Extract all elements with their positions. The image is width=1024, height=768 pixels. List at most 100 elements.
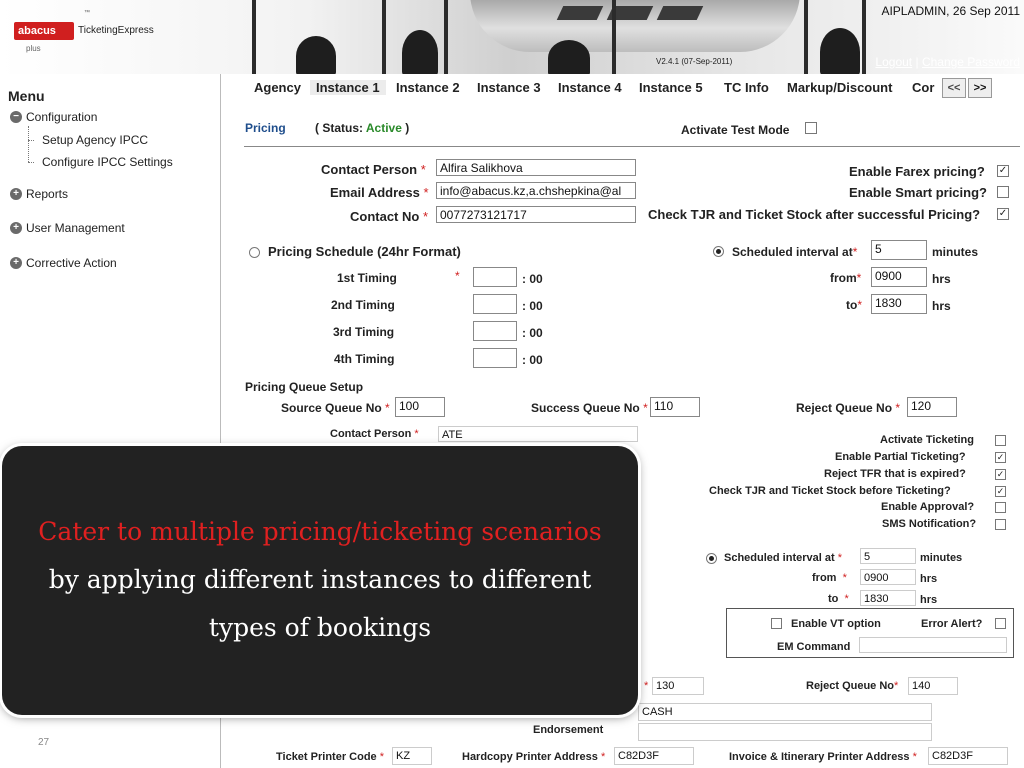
to-time-input[interactable]: 1830 <box>871 294 927 314</box>
email-address-label: Email Address * <box>330 185 429 200</box>
tab-next-button[interactable]: >> <box>968 78 992 98</box>
email-address-input[interactable]: info@abacus.kz,a.chshepkina@al <box>436 182 636 199</box>
enable-vt-checkbox[interactable] <box>771 618 782 629</box>
invoice-printer-label: Invoice & Itinerary Printer Address * <box>729 751 917 763</box>
sms-notification-checkbox[interactable] <box>995 519 1006 530</box>
sidebar-item-label: User Management <box>26 221 125 235</box>
timing-3-suffix: : 00 <box>522 326 543 340</box>
version-label: V2.4.1 (07-Sep-2011) <box>656 57 733 66</box>
invoice-printer-input[interactable]: C82D3F <box>928 747 1008 765</box>
callout-overlay: Cater to multiple pricing/ticketing scen… <box>2 446 638 715</box>
partial-ticketing-label: Enable Partial Ticketing? <box>835 451 966 463</box>
sidebar-item-corrective-action[interactable]: + Corrective Action <box>10 256 117 270</box>
endorsement-input[interactable] <box>638 723 932 741</box>
scheduled-interval-radio[interactable] <box>713 246 724 257</box>
timing-3-input[interactable] <box>473 321 517 341</box>
scheduled-interval-input[interactable]: 5 <box>871 240 927 260</box>
farex-pricing-checkbox[interactable]: ✓ <box>997 165 1009 177</box>
from-time-input[interactable]: 0900 <box>871 267 927 287</box>
status-suffix: ) <box>405 121 410 135</box>
ticketing-reject-queue-input[interactable]: 140 <box>908 677 958 695</box>
pricing-schedule-radio[interactable] <box>249 247 260 258</box>
error-alert-checkbox[interactable] <box>995 618 1006 629</box>
person-silhouette-graphic <box>820 28 860 74</box>
timing-1-required: * <box>455 269 460 283</box>
enable-vt-label: Enable VT option <box>791 618 881 630</box>
tab-instance-2[interactable]: Instance 2 <box>396 80 460 95</box>
sidebar-item-user-management[interactable]: + User Management <box>10 221 125 235</box>
hardcopy-printer-input[interactable]: C82D3F <box>614 747 694 765</box>
logo-brand: abacus <box>14 22 74 40</box>
menu-title: Menu <box>8 88 45 104</box>
logo-product: TicketingExpress <box>78 25 154 36</box>
timing-4-input[interactable] <box>473 348 517 368</box>
ticketing-from-input[interactable]: 0900 <box>860 569 916 585</box>
sidebar-item-reports[interactable]: + Reports <box>10 187 68 201</box>
test-mode-label: Activate Test Mode <box>681 123 790 137</box>
contact-person-input[interactable]: Alfira Salikhova <box>436 159 636 176</box>
contact-no-input[interactable]: 0077273121717 <box>436 206 636 223</box>
ticketing-interval-radio[interactable] <box>706 553 717 564</box>
sms-notification-label: SMS Notification? <box>882 518 977 530</box>
ticketing-interval-label: Scheduled interval at * <box>724 552 842 564</box>
window-pillar-graphic <box>612 0 616 74</box>
pricing-schedule-label: Pricing Schedule (24hr Format) <box>268 244 461 259</box>
tab-instance-1[interactable]: Instance 1 <box>310 80 386 95</box>
tjr-pricing-label: Check TJR and Ticket Stock after success… <box>648 207 981 222</box>
partial-ticketing-checkbox[interactable]: ✓ <box>995 452 1006 463</box>
sidebar-item-label: Corrective Action <box>26 256 117 270</box>
reject-queue-input[interactable]: 120 <box>907 397 957 417</box>
timing-1-label: 1st Timing <box>337 271 397 285</box>
header-links: Logout | Change Password <box>875 55 1020 69</box>
tab-cor[interactable]: Cor <box>912 80 934 95</box>
reject-tfr-checkbox[interactable]: ✓ <box>995 469 1006 480</box>
tab-instance-3[interactable]: Instance 3 <box>477 80 541 95</box>
tjr-ticketing-checkbox[interactable]: ✓ <box>995 486 1006 497</box>
smart-pricing-label: Enable Smart pricing? <box>849 185 987 200</box>
ticketing-to-input[interactable]: 1830 <box>860 590 916 606</box>
cockpit-window-graphic <box>656 6 704 20</box>
em-command-input[interactable] <box>859 637 1007 653</box>
tab-prev-button[interactable]: << <box>942 78 966 98</box>
timing-3-label: 3rd Timing <box>333 325 395 339</box>
ticketing-success-queue-input[interactable]: 130 <box>652 677 704 695</box>
callout-text: Cater to multiple pricing/ticketing scen… <box>20 508 620 652</box>
timing-2-input[interactable] <box>473 294 517 314</box>
tjr-pricing-checkbox[interactable]: ✓ <box>997 208 1009 220</box>
smart-pricing-checkbox[interactable] <box>997 186 1009 198</box>
pricing-divider <box>244 146 1020 147</box>
person-silhouette-graphic <box>296 36 336 74</box>
ticketing-from-hrs: hrs <box>920 573 938 585</box>
link-separator: | <box>915 55 919 69</box>
logo-trademark: ™ <box>84 10 90 16</box>
timing-4-label: 4th Timing <box>334 352 395 366</box>
test-mode-checkbox[interactable] <box>805 122 817 134</box>
success-queue-input[interactable]: 110 <box>650 397 700 417</box>
from-label: from* <box>830 271 862 285</box>
activate-ticketing-checkbox[interactable] <box>995 435 1006 446</box>
tab-agency[interactable]: Agency <box>254 80 301 95</box>
sidebar-item-setup-agency-ipcc[interactable]: Setup Agency IPCC <box>42 133 148 147</box>
tree-connector <box>28 140 34 141</box>
vt-option-box: Enable VT option Error Alert? EM Command <box>726 608 1014 658</box>
enable-approval-checkbox[interactable] <box>995 502 1006 513</box>
timing-1-suffix: : 00 <box>522 272 543 286</box>
tab-instance-4[interactable]: Instance 4 <box>558 80 622 95</box>
tab-tc-info[interactable]: TC Info <box>724 80 769 95</box>
tab-markup-discount[interactable]: Markup/Discount <box>787 80 892 95</box>
plus-circle-icon: + <box>10 222 22 234</box>
source-queue-input[interactable]: 100 <box>395 397 445 417</box>
sidebar-item-configure-ipcc-settings[interactable]: Configure IPCC Settings <box>42 155 173 169</box>
change-password-link[interactable]: Change Password <box>922 55 1020 69</box>
tab-instance-5[interactable]: Instance 5 <box>639 80 703 95</box>
logout-link[interactable]: Logout <box>875 55 912 69</box>
payment-type-input[interactable]: CASH <box>638 703 932 721</box>
error-alert-label: Error Alert? <box>921 618 983 630</box>
window-pillar-graphic <box>862 0 866 74</box>
timing-1-input[interactable] <box>473 267 517 287</box>
sidebar-item-configuration[interactable]: − Configuration <box>10 110 97 124</box>
ticketing-contact-input[interactable]: ATE <box>438 426 638 442</box>
ticket-printer-input[interactable]: KZ <box>392 747 432 765</box>
ticketing-interval-input[interactable]: 5 <box>860 548 916 564</box>
activate-ticketing-label: Activate Ticketing <box>880 434 974 446</box>
